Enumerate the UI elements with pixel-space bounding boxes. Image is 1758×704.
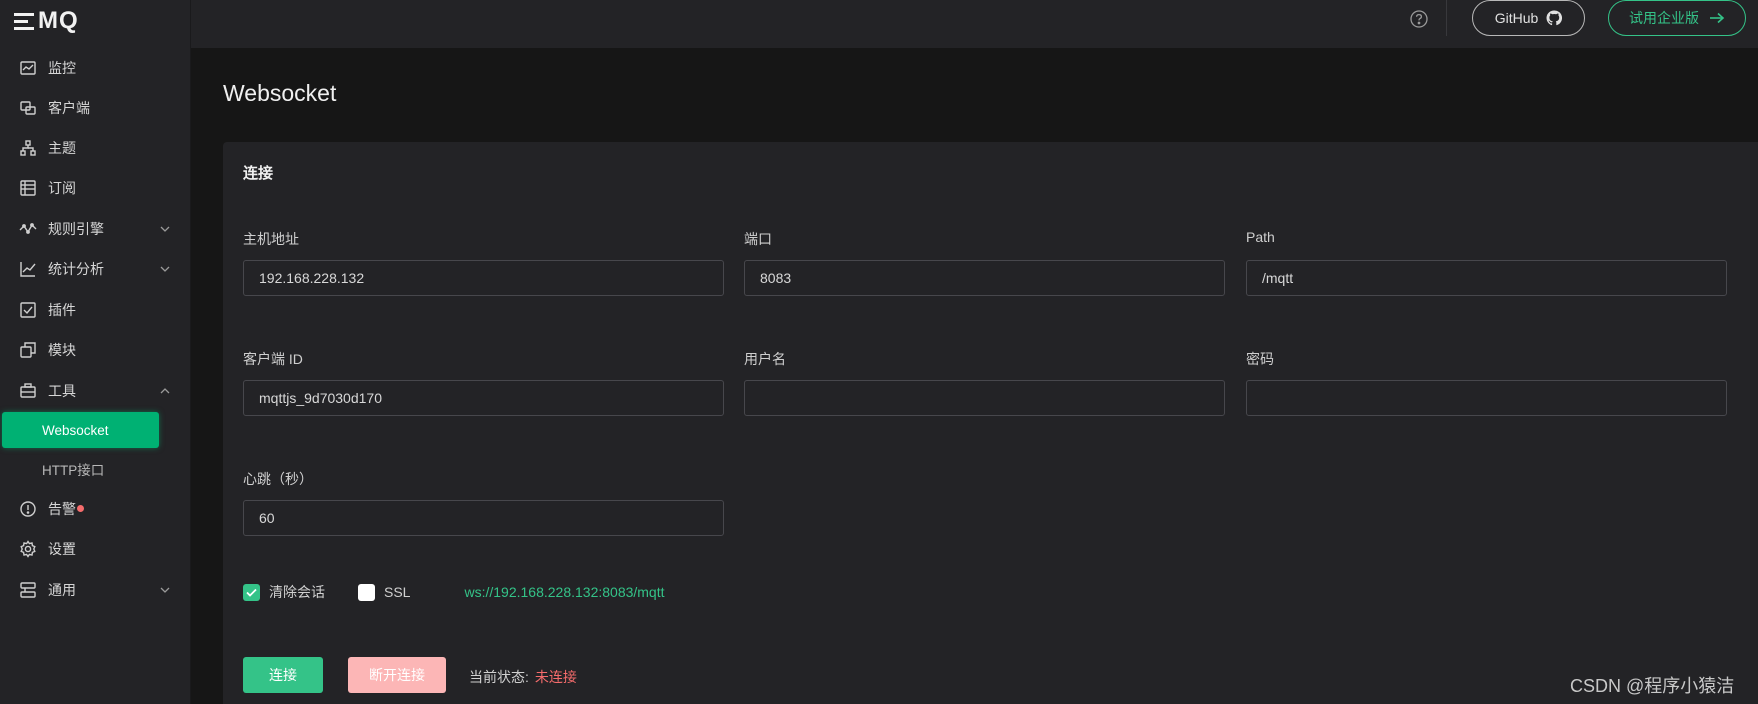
tools-icon [19, 382, 37, 400]
emq-logo[interactable]: MQ [14, 6, 79, 36]
sidebar-item-label: 订阅 [48, 180, 76, 196]
connection-card: 连接 主机地址 端口 Path 客户端 ID 用户名 密码 心跳（秒） 清除会话… [223, 142, 1758, 704]
sidebar-subitem-label: HTTP接口 [42, 463, 105, 478]
rule-engine-icon [19, 220, 37, 238]
sidebar-subitem-websocket[interactable]: Websocket [2, 412, 159, 448]
sidebar-item-topics[interactable]: 主题 [0, 128, 191, 168]
sidebar-item-rule-engine[interactable]: 规则引擎 [0, 209, 191, 249]
sidebar-item-label: 告警 [48, 501, 76, 517]
app-root: MQ 监控 客户端 主题 订阅 规则引擎 统计分析 插件 模块 工具 Webso… [0, 0, 1758, 704]
topics-icon [19, 139, 37, 157]
sidebar-item-subscriptions[interactable]: 订阅 [0, 168, 191, 208]
sidebar-item-label: 插件 [48, 302, 76, 318]
sidebar-item-modules[interactable]: 模块 [0, 330, 191, 370]
ssl-label: SSL [384, 584, 411, 600]
sidebar-item-label: 规则引擎 [48, 221, 104, 237]
status-value: 未连接 [534, 669, 577, 685]
status-label: 当前状态: [469, 669, 529, 685]
clean-session-label: 清除会话 [269, 584, 325, 600]
sidebar: MQ 监控 客户端 主题 订阅 规则引擎 统计分析 插件 模块 工具 Webso… [0, 0, 191, 704]
github-button-label: GitHub [1494, 10, 1539, 26]
card-title: 连接 [243, 165, 274, 182]
chevron-down-icon [160, 266, 170, 272]
check-icon [246, 588, 257, 597]
github-button[interactable]: GitHub [1472, 0, 1585, 36]
trial-enterprise-button[interactable]: 试用企业版 [1608, 0, 1746, 36]
subscriptions-icon [19, 179, 37, 197]
connection-url: ws://192.168.228.132:8083/mqtt [464, 584, 665, 600]
password-label: 密码 [1246, 351, 1274, 367]
logo-bars-icon [14, 12, 34, 30]
sidebar-item-clients[interactable]: 客户端 [0, 88, 191, 128]
clean-session-checkbox[interactable] [243, 583, 260, 601]
trial-button-label: 试用企业版 [1629, 10, 1699, 26]
chevron-up-icon [160, 388, 170, 394]
client-id-label: 客户端 ID [243, 351, 303, 367]
options-row: 清除会话 SSL ws://192.168.228.132:8083/mqtt [243, 582, 665, 602]
connection-status: 当前状态: 未连接 [469, 667, 577, 687]
client-id-input[interactable] [243, 380, 724, 416]
sidebar-item-label: 模块 [48, 342, 76, 358]
sidebar-item-label: 设置 [48, 541, 76, 557]
header-divider [1446, 0, 1447, 36]
sidebar-item-tools[interactable]: 工具 [0, 371, 191, 411]
keepalive-label: 心跳（秒） [243, 471, 313, 487]
port-input[interactable] [744, 260, 1225, 296]
arrow-right-icon [1710, 12, 1725, 24]
chevron-down-icon [160, 587, 170, 593]
keepalive-input[interactable] [243, 500, 724, 536]
plugins-icon [19, 301, 37, 319]
chevron-down-icon [160, 226, 170, 232]
username-input[interactable] [744, 380, 1225, 416]
sidebar-item-general[interactable]: 通用 [0, 570, 191, 610]
ssl-checkbox[interactable] [358, 583, 375, 601]
help-icon[interactable] [1409, 9, 1429, 29]
github-icon [1546, 10, 1563, 26]
sidebar-subitem-label: Websocket [42, 422, 109, 438]
general-icon [19, 581, 37, 599]
sidebar-item-label: 主题 [48, 140, 76, 156]
port-label: 端口 [744, 231, 772, 247]
watermark: CSDN @程序小猿洁 [1570, 676, 1735, 696]
analytics-icon [19, 260, 37, 278]
sidebar-item-analytics[interactable]: 统计分析 [0, 249, 191, 289]
settings-icon [19, 540, 37, 558]
sidebar-item-plugins[interactable]: 插件 [0, 290, 191, 330]
sidebar-item-monitor[interactable]: 监控 [0, 48, 191, 88]
monitor-icon [19, 59, 37, 77]
sidebar-item-label: 通用 [48, 582, 76, 598]
alarm-badge-dot [77, 504, 84, 512]
path-label: Path [1246, 229, 1275, 245]
password-input[interactable] [1246, 380, 1727, 416]
sidebar-item-settings[interactable]: 设置 [0, 529, 191, 569]
page-title: Websocket [223, 80, 337, 106]
sidebar-item-label: 统计分析 [48, 261, 104, 277]
username-label: 用户名 [744, 351, 786, 367]
sidebar-item-label: 工具 [48, 383, 76, 399]
sidebar-item-label: 客户端 [48, 100, 90, 116]
alarm-icon [19, 500, 37, 518]
modules-icon [19, 341, 37, 359]
connect-button[interactable]: 连接 [243, 657, 323, 693]
disconnect-button[interactable]: 断开连接 [348, 657, 446, 693]
sidebar-item-label: 监控 [48, 60, 76, 76]
sidebar-subitem-http-api[interactable]: HTTP接口 [0, 450, 191, 488]
host-label: 主机地址 [243, 231, 299, 247]
clients-icon [19, 99, 37, 117]
host-input[interactable] [243, 260, 724, 296]
path-input[interactable] [1246, 260, 1727, 296]
logo-text: MQ [38, 7, 79, 34]
sidebar-item-alarms[interactable]: 告警 [0, 489, 191, 529]
top-header: GitHub 试用企业版 [191, 0, 1758, 48]
